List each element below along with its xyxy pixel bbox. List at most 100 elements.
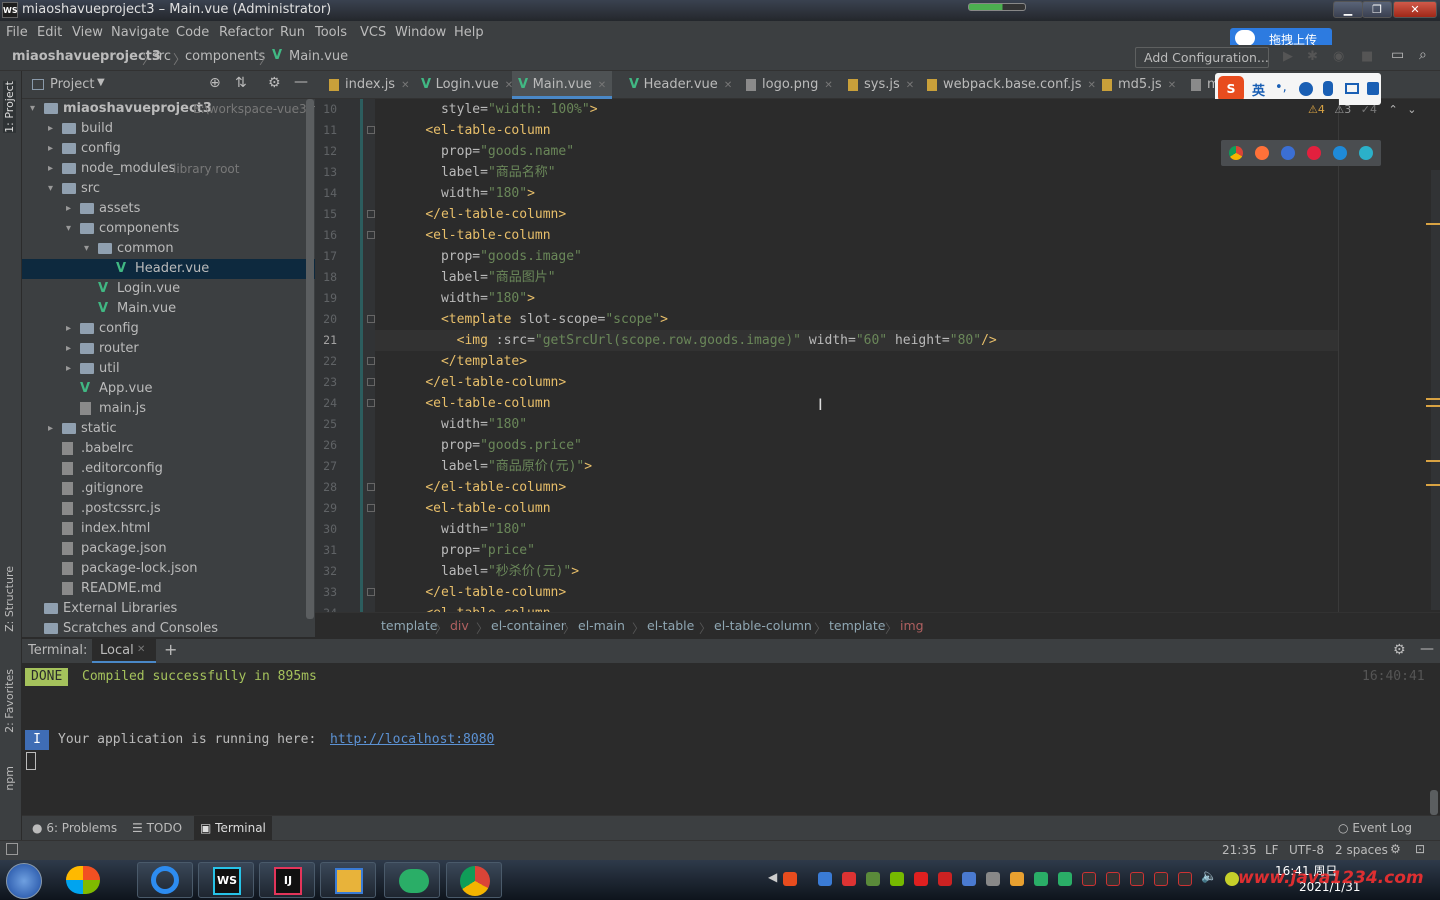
close-icon[interactable]: ✕ xyxy=(1168,80,1176,91)
close-icon[interactable]: ✕ xyxy=(401,80,409,91)
taskbar-webstorm[interactable]: WS xyxy=(198,862,254,898)
tree-item[interactable]: package.json xyxy=(22,539,315,559)
chevron-down-icon[interactable]: ▾ xyxy=(48,179,58,199)
shield-icon[interactable] xyxy=(866,872,880,886)
tree-item[interactable]: ▸ config xyxy=(22,319,315,339)
tree-item[interactable]: ▾ components xyxy=(22,219,315,239)
lock-icon[interactable]: ⊡ xyxy=(1415,842,1425,856)
breadcrumb-item[interactable]: el-table xyxy=(647,618,694,633)
editor-tab[interactable]: V Main.vue ✕ xyxy=(512,71,613,99)
tray-app-icon[interactable] xyxy=(938,872,952,886)
tree-item[interactable]: ▸ build xyxy=(22,119,315,139)
inspection-widget[interactable]: ⚠4 ⚠3 ✓4 ⌃ ⌄ xyxy=(1308,103,1416,116)
breadcrumb-item[interactable]: template xyxy=(381,618,437,633)
tray-app-icon[interactable] xyxy=(1058,872,1072,886)
editor-tab[interactable]: sys.js ✕ xyxy=(842,71,920,99)
fold-icon[interactable] xyxy=(367,357,375,365)
tree-item[interactable]: V Login.vue xyxy=(22,279,315,299)
nvidia-icon[interactable] xyxy=(890,872,904,886)
taskbar-file-explorer[interactable] xyxy=(320,862,376,898)
breadcrumb-components[interactable]: components xyxy=(185,49,265,64)
breadcrumb-item[interactable]: template xyxy=(829,618,885,633)
editor-tab[interactable]: webpack.base.conf.js ✕ xyxy=(921,71,1102,99)
terminal-tab-local[interactable]: Local ✕ xyxy=(92,639,156,663)
menu-tools[interactable]: Tools xyxy=(315,25,347,40)
safari-icon[interactable] xyxy=(1281,146,1295,160)
previous-highlight-icon[interactable]: ⌃ xyxy=(1388,103,1397,116)
chevron-right-icon[interactable]: ▸ xyxy=(48,119,58,139)
chevron-right-icon[interactable]: ▸ xyxy=(66,319,76,339)
locate-file-icon[interactable]: ⊕ xyxy=(209,75,221,91)
chevron-right-icon[interactable]: ▸ xyxy=(48,419,58,439)
breadcrumb-item[interactable]: div xyxy=(450,618,469,633)
fold-icon[interactable] xyxy=(367,315,375,323)
coverage-icon[interactable]: ◉ xyxy=(1333,49,1344,64)
tray-app-icon[interactable] xyxy=(1225,872,1239,886)
project-structure-icon[interactable]: ▭ xyxy=(1391,47,1404,63)
debug-icon[interactable]: ✱ xyxy=(1307,49,1318,64)
editor-tab[interactable]: V Login.vue ✕ xyxy=(415,71,519,99)
tree-item[interactable]: ▸ config xyxy=(22,139,315,159)
editor-tab[interactable]: V Header.vue ✕ xyxy=(623,71,738,99)
line-separator[interactable]: LF xyxy=(1265,843,1279,857)
tree-item[interactable]: README.md xyxy=(22,579,315,599)
fold-icon[interactable] xyxy=(367,231,375,239)
tree-item[interactable]: ▾ miaoshavueproject3 E:\workspace-vue3\r xyxy=(22,99,315,119)
chevron-right-icon[interactable]: ▸ xyxy=(66,199,76,219)
tray-app-icon[interactable] xyxy=(914,872,928,886)
tray-app-icon[interactable] xyxy=(962,872,976,886)
chevron-down-icon[interactable]: ▾ xyxy=(66,219,76,239)
tree-item[interactable]: package-lock.json xyxy=(22,559,315,579)
qq-tray-icon[interactable] xyxy=(1154,872,1168,886)
tree-item[interactable]: main.js xyxy=(22,399,315,419)
search-everywhere-icon[interactable]: ⌕ xyxy=(1419,47,1427,63)
close-icon[interactable]: ✕ xyxy=(824,80,832,91)
tray-app-icon[interactable] xyxy=(842,872,856,886)
breadcrumb-file[interactable]: Main.vue xyxy=(289,49,348,64)
tree-item[interactable]: ▸ util xyxy=(22,359,315,379)
fold-icon[interactable] xyxy=(367,378,375,386)
close-icon[interactable]: ✕ xyxy=(906,80,914,91)
file-encoding[interactable]: UTF-8 xyxy=(1289,843,1324,857)
settings-icon[interactable]: ⚙ xyxy=(1390,842,1401,856)
tree-item[interactable]: .babelrc xyxy=(22,439,315,459)
project-view-selector[interactable]: Project xyxy=(50,77,94,92)
edge-icon[interactable] xyxy=(1359,146,1373,160)
terminal-output[interactable]: DONE Compiled successfully in 895ms 16:4… xyxy=(22,663,1427,815)
opera-icon[interactable] xyxy=(1307,146,1321,160)
stop-icon[interactable]: ■ xyxy=(1361,49,1373,64)
tray-app-icon[interactable] xyxy=(986,872,1000,886)
qq-tray-icon[interactable] xyxy=(1106,872,1120,886)
hide-panel-icon[interactable]: — xyxy=(1420,641,1434,657)
project-scrollbar[interactable] xyxy=(306,99,314,619)
collapse-all-icon[interactable]: ⇅ xyxy=(235,75,247,91)
taskbar-qq-browser[interactable] xyxy=(137,862,193,898)
wechat-tray-icon[interactable] xyxy=(1034,872,1048,886)
breadcrumb-item[interactable]: el-main xyxy=(578,618,625,633)
fold-icon[interactable] xyxy=(367,588,375,596)
chevron-right-icon[interactable]: ▸ xyxy=(66,359,76,379)
npm-tool-tab[interactable]: npm xyxy=(3,766,16,791)
fold-icon[interactable] xyxy=(367,126,375,134)
new-terminal-icon[interactable]: + xyxy=(164,640,177,659)
add-configuration-button[interactable]: Add Configuration... xyxy=(1135,47,1269,68)
editor-scrollbar[interactable] xyxy=(1431,170,1440,610)
terminal-tab[interactable]: ▣ Terminal xyxy=(194,816,272,840)
start-button[interactable] xyxy=(6,863,42,899)
close-icon[interactable]: ✕ xyxy=(598,80,606,91)
editor-tab[interactable]: md5.js ✕ xyxy=(1096,71,1182,99)
tree-item[interactable]: .gitignore xyxy=(22,479,315,499)
tree-item[interactable]: V Header.vue xyxy=(22,259,315,279)
fold-icon[interactable] xyxy=(367,483,375,491)
tree-item[interactable]: V Main.vue xyxy=(22,299,315,319)
menu-vcs[interactable]: VCS xyxy=(360,25,386,40)
show-hidden-icons[interactable]: ◀ xyxy=(768,870,777,884)
menu-navigate[interactable]: Navigate xyxy=(111,25,169,40)
chrome-icon[interactable] xyxy=(1229,146,1243,160)
problems-tab[interactable]: ● 6: Problems xyxy=(32,821,117,835)
minimize-button[interactable]: ▁ xyxy=(1333,1,1363,18)
indent-setting[interactable]: 2 spaces xyxy=(1335,843,1388,857)
close-window-button[interactable]: ✕ xyxy=(1393,1,1437,18)
tree-item[interactable]: .editorconfig xyxy=(22,459,315,479)
event-log-tab[interactable]: ○ Event Log xyxy=(1338,821,1412,835)
